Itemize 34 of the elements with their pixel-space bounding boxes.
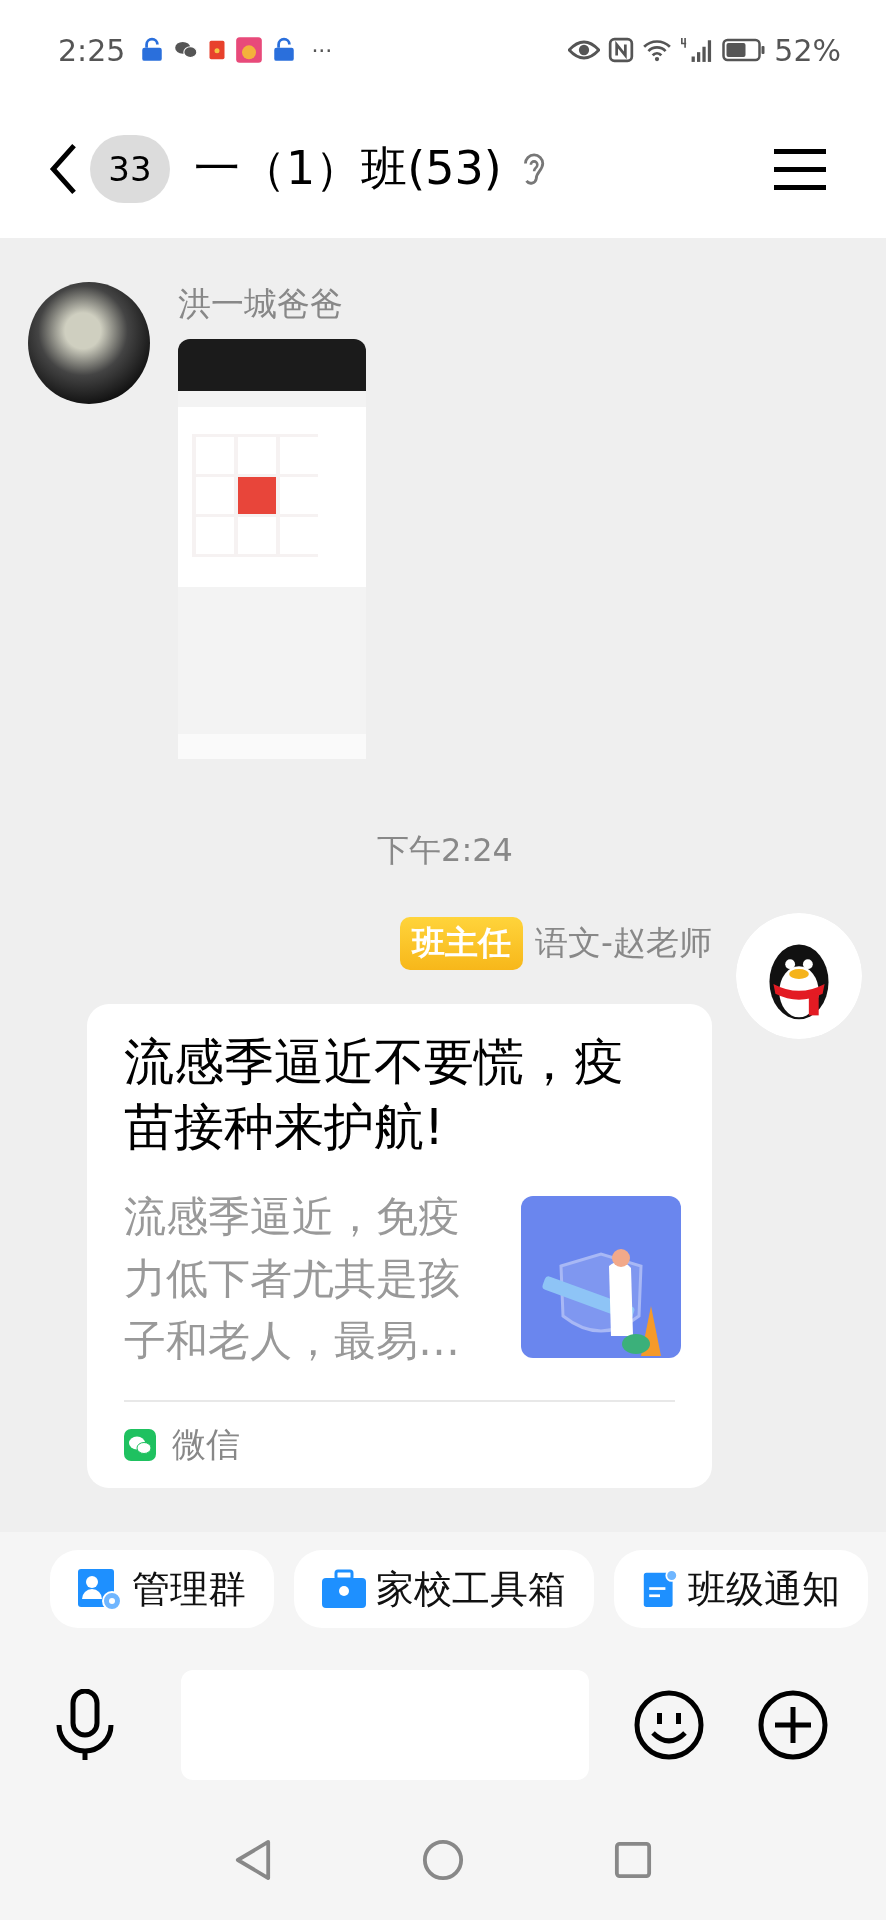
link-card[interactable]: 流感季逼近不要慌，疫苗接种来护航! 流感季逼近，免疫力低下者尤其是孩子和老人，最易… 微信: [87, 1004, 712, 1488]
eye-icon: [568, 39, 601, 61]
sender-name: 语文-赵老师: [535, 922, 712, 964]
battery-percent: 52%: [774, 32, 841, 68]
message-timestamp: 下午2:24: [377, 830, 513, 871]
microphone-icon[interactable]: [55, 1689, 115, 1761]
nav-recents-icon[interactable]: [614, 1841, 652, 1879]
status-time: 2:25: [58, 32, 126, 68]
penguin-avatar[interactable]: [736, 913, 862, 1039]
wifi-icon: [642, 38, 673, 62]
sender-name: 洪一城爸爸: [178, 283, 343, 325]
article-summary: 流感季逼近，免疫力低下者尤其是孩子和老人，最易…: [124, 1191, 461, 1367]
chat-title: 一（1）班(53): [194, 140, 502, 197]
battery-icon: [722, 38, 767, 62]
wechat-icon: [124, 1429, 156, 1461]
role-badge: 班主任: [400, 917, 524, 970]
quick-action-button[interactable]: 管理群: [50, 1550, 274, 1628]
toolbox-icon: [322, 1569, 366, 1609]
plus-icon[interactable]: [757, 1689, 829, 1761]
source-label: 微信: [172, 1423, 240, 1466]
quick-action-button[interactable]: 家校工具箱: [294, 1550, 594, 1628]
nav-back-icon[interactable]: [234, 1839, 272, 1881]
group-admin-icon: [78, 1567, 122, 1611]
cartoon-app-icon: [235, 36, 264, 64]
back-icon[interactable]: [48, 142, 78, 196]
screenshot-thumbnail[interactable]: [178, 339, 366, 759]
more-notifications: ···: [311, 37, 333, 63]
nfc-icon: [608, 37, 635, 63]
quick-action-button[interactable]: 班级通知: [614, 1550, 868, 1628]
nav-home-icon[interactable]: [422, 1839, 464, 1881]
unread-count-badge: 33: [90, 135, 170, 203]
menu-icon[interactable]: [774, 147, 826, 191]
emoji-icon[interactable]: [633, 1689, 705, 1761]
article-title: 流感季逼近不要慌，疫苗接种来护航!: [124, 1032, 625, 1158]
